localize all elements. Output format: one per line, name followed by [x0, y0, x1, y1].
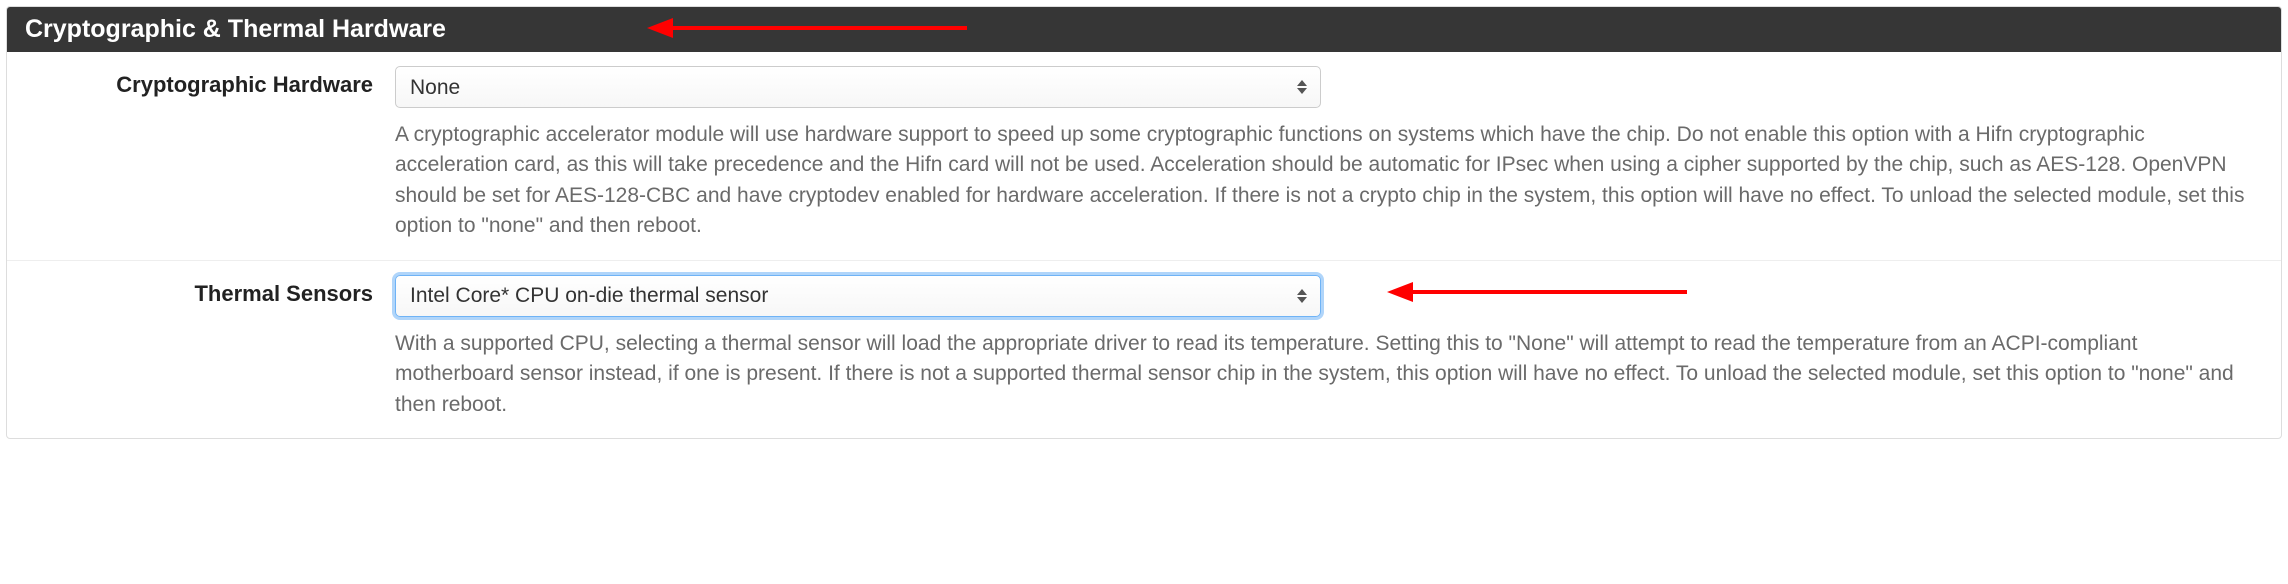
thermal-sensors-help: With a supported CPU, selecting a therma…	[395, 329, 2263, 420]
thermal-sensors-row: Thermal Sensors Intel Core* CPU on-die t…	[7, 261, 2281, 438]
crypto-hardware-select-wrap: None	[395, 66, 1321, 108]
crypto-hardware-control: None A cryptographic accelerator module …	[395, 66, 2263, 242]
panel-title: Cryptographic & Thermal Hardware	[25, 15, 446, 43]
thermal-sensors-control: Intel Core* CPU on-die thermal sensor Wi…	[395, 275, 2263, 420]
crypto-hardware-select[interactable]: None	[395, 66, 1321, 108]
crypto-hardware-help: A cryptographic accelerator module will …	[395, 120, 2263, 242]
crypto-hardware-row: Cryptographic Hardware None A cryptograp…	[7, 52, 2281, 261]
annotation-arrow-header	[647, 11, 967, 45]
thermal-sensors-select[interactable]: Intel Core* CPU on-die thermal sensor	[395, 275, 1321, 317]
thermal-sensors-label: Thermal Sensors	[25, 275, 395, 307]
crypto-hardware-label: Cryptographic Hardware	[25, 66, 395, 98]
thermal-sensors-select-wrap: Intel Core* CPU on-die thermal sensor	[395, 275, 1321, 317]
settings-panel: Cryptographic & Thermal Hardware Cryptog…	[6, 6, 2282, 439]
panel-header: Cryptographic & Thermal Hardware	[7, 7, 2281, 52]
